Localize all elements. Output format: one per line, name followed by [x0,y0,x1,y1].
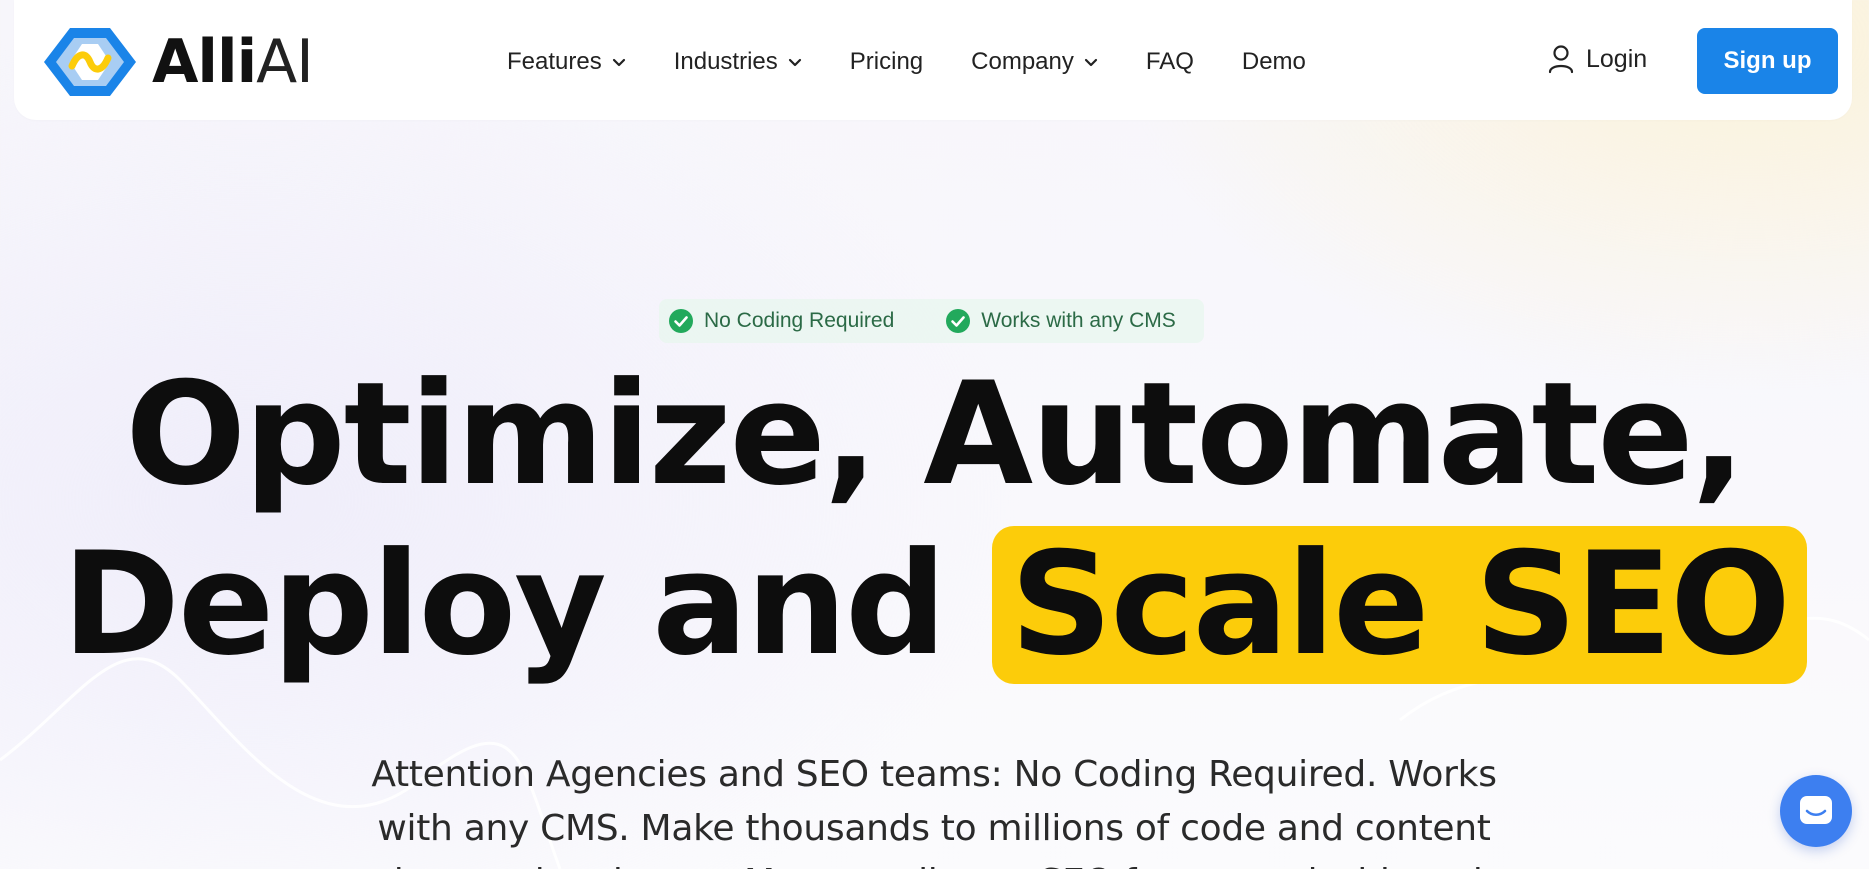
badge-label: No Coding Required [704,309,895,332]
chat-launcher-button[interactable] [1780,775,1852,847]
login-label: Login [1586,44,1648,73]
feature-badges: No Coding Required Works with any CMS [659,299,1204,343]
nav-item-demo[interactable]: Demo [1242,48,1306,76]
login-link[interactable]: Login [1548,44,1647,74]
nav-item-label: Features [507,48,602,75]
chevron-down-icon [788,58,801,67]
main-nav: Features Industries Pricing Company FAQ … [507,40,1354,84]
nav-item-company[interactable]: Company [971,48,1098,76]
nav-item-faq[interactable]: FAQ [1146,48,1194,76]
badge-no-coding: No Coding Required [668,308,894,334]
check-circle-icon [669,309,693,333]
badge-label: Works with any CMS [981,309,1176,332]
chevron-down-icon [612,58,625,67]
headline-line-1: Optimize, Automate, [125,352,1745,517]
nav-item-industries[interactable]: Industries [674,48,802,76]
headline-plain: Deploy and [62,522,947,687]
chat-bubble-icon [1800,796,1832,824]
nav-item-label: FAQ [1145,48,1194,75]
nav-item-features[interactable]: Features [507,48,626,76]
sign-up-button[interactable]: Sign up [1697,28,1838,94]
check-circle-icon [946,309,971,333]
headline-highlight: Scale SEO [992,526,1807,684]
hero-subtext: Attention Agencies and SEO teams: No Cod… [371,754,1497,869]
logo-name-bold: Alli [152,27,257,97]
logo-mark-icon [44,28,136,96]
nav-item-label: Pricing [849,48,924,75]
logo-wordmark: AlliAI [152,32,314,92]
logo[interactable]: AlliAI [42,22,314,102]
chevron-down-icon [1084,58,1097,67]
badge-any-cms: Works with any CMS [945,308,1176,334]
logo-name-thin: AI [256,27,314,97]
nav-item-pricing[interactable]: Pricing [850,48,923,76]
user-icon [1548,45,1574,74]
headline-line-2: Deploy and Scale SEO [0,520,1869,690]
site-header: AlliAI Features Industries Pricing Compa… [14,0,1852,120]
nav-item-label: Demo [1241,48,1306,75]
hero-headline: Optimize, Automate, Deploy and Scale SEO [0,350,1869,690]
nav-item-label: Industries [673,48,778,75]
nav-item-label: Company [971,48,1074,75]
